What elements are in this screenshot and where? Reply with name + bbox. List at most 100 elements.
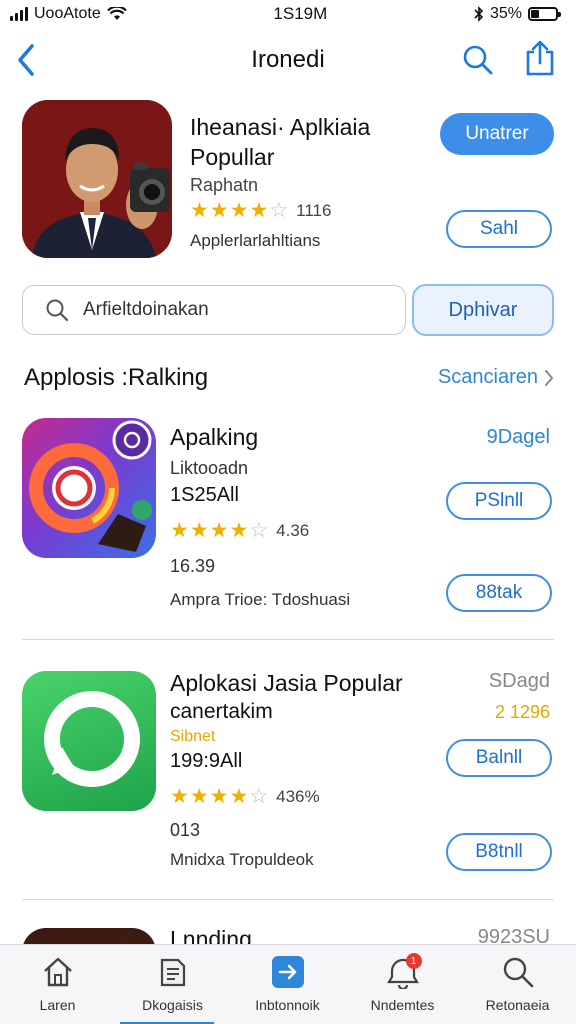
app-size: 199:9All bbox=[170, 750, 243, 772]
carrier-label: UooAtote bbox=[34, 5, 101, 22]
app-category: Liktooadn bbox=[170, 458, 249, 478]
app-size: 1S25All bbox=[170, 484, 239, 506]
search-icon bbox=[503, 957, 533, 988]
app-version: 013 bbox=[170, 820, 201, 840]
list-item[interactable]: Aplokasi Jasia Popular canertakim Sibnet… bbox=[0, 664, 576, 874]
search-button[interactable] bbox=[458, 40, 498, 80]
tab-search[interactable]: Retonaeia bbox=[460, 945, 575, 1024]
chevron-right-icon bbox=[545, 369, 554, 386]
featured-primary-button[interactable]: Unatrer bbox=[440, 113, 554, 155]
featured-app-title: Iheanasi· Aplkiaia Popullar bbox=[190, 114, 371, 170]
featured-app-rating: ★ ★ ★ ★ ☆ 1116 bbox=[190, 200, 331, 221]
star-rating: ★ ★ ★ ★ ☆ bbox=[170, 520, 268, 541]
clock: 1S19M bbox=[273, 4, 328, 23]
status-left: UooAtote bbox=[10, 5, 127, 23]
app-side-label: SDagd bbox=[488, 670, 550, 692]
star-filled-icon: ★ bbox=[170, 519, 189, 542]
star-filled-icon: ★ bbox=[170, 785, 189, 808]
share-icon bbox=[526, 40, 554, 76]
star-filled-icon: ★ bbox=[189, 519, 209, 542]
app-side-label: 9923SU bbox=[477, 926, 550, 944]
star-rating: ★ ★ ★ ★ ☆ bbox=[190, 200, 288, 221]
app-side-label: 9Dagel bbox=[486, 426, 550, 448]
app-description: Mnidxa Tropuldeok bbox=[170, 850, 314, 869]
list-item[interactable]: Lnnding 9923SU bbox=[0, 924, 576, 944]
battery-fill bbox=[531, 10, 540, 18]
app-version: 16.39 bbox=[170, 556, 216, 576]
star-empty-icon: ☆ bbox=[249, 785, 269, 808]
tab-notifications[interactable]: 1 Nndemtes bbox=[345, 945, 460, 1024]
arrow-square-icon bbox=[271, 956, 304, 988]
battery-icon bbox=[528, 7, 561, 21]
tab-home[interactable]: Laren bbox=[0, 945, 115, 1024]
see-all-label: Scanciaren bbox=[437, 366, 538, 388]
featured-app-developer: Raphatn bbox=[190, 175, 259, 195]
app-secondary-button[interactable]: 88tak bbox=[446, 574, 552, 612]
document-icon bbox=[160, 958, 185, 987]
featured-app: Iheanasi· Aplkiaia Popullar Raphatn ★ ★ ★ ★… bbox=[0, 100, 576, 260]
app-install-button[interactable]: Balnll bbox=[446, 739, 552, 777]
app-category: canertakim bbox=[170, 700, 273, 723]
app-name: Apalking bbox=[170, 424, 259, 450]
app-name: Aplokasi Jasia Popular bbox=[170, 670, 403, 696]
section-header: Applosis :Ralking Scanciaren bbox=[0, 362, 576, 396]
rating-count: 436% bbox=[276, 786, 320, 806]
app-install-button[interactable]: PSlnll bbox=[446, 482, 552, 520]
battery-percent: 35% bbox=[489, 5, 522, 22]
tab-label: Nndemtes bbox=[370, 997, 435, 1013]
see-all-link[interactable]: Scanciaren bbox=[438, 366, 554, 389]
divider bbox=[22, 899, 554, 900]
star-filled-icon: ★ bbox=[189, 785, 209, 808]
app-rating: ★ ★ ★ ★ ☆ 4.36 bbox=[170, 520, 309, 541]
app-icon bbox=[22, 671, 156, 811]
star-filled-icon: ★ bbox=[209, 519, 229, 542]
star-filled-icon: ★ bbox=[209, 199, 229, 222]
tab-documents[interactable]: Dkogaisis bbox=[115, 945, 230, 1024]
app-icon bbox=[22, 928, 156, 944]
search-field[interactable] bbox=[22, 285, 406, 335]
star-filled-icon: ★ bbox=[229, 519, 249, 542]
search-submit-button[interactable]: Dphivar bbox=[412, 284, 554, 336]
app-side-value: 2 1296 bbox=[494, 702, 550, 722]
star-rating: ★ ★ ★ ★ ☆ bbox=[170, 786, 268, 807]
tab-inbox[interactable]: Inbtonnoik bbox=[230, 945, 345, 1024]
notification-badge: 1 bbox=[405, 953, 422, 969]
search-row: Dphivar bbox=[0, 284, 576, 336]
tab-bar: Laren Dkogaisis Inbtonnoik 1 Nndemtes Re… bbox=[0, 944, 576, 1024]
home-icon bbox=[43, 957, 72, 987]
list-item[interactable]: Apalking Liktooadn 1S25All ★ ★ ★ ★ ☆ 4.36 16… bbox=[0, 418, 576, 618]
star-filled-icon: ★ bbox=[249, 199, 269, 222]
featured-secondary-button[interactable]: Sahl bbox=[446, 210, 552, 248]
bluetooth-icon bbox=[474, 6, 484, 22]
nav-bar: Ironedi bbox=[0, 34, 576, 86]
app-name: Lnnding bbox=[170, 926, 252, 944]
featured-app-icon[interactable] bbox=[22, 100, 172, 258]
star-filled-icon: ★ bbox=[190, 199, 209, 222]
notification-icon-wrap: 1 bbox=[386, 953, 422, 991]
tab-label: Dkogaisis bbox=[142, 997, 203, 1013]
star-filled-icon: ★ bbox=[209, 785, 229, 808]
wifi-icon bbox=[106, 7, 127, 20]
search-input[interactable] bbox=[83, 299, 373, 321]
rating-count: 4.36 bbox=[276, 520, 310, 540]
camera-ring-icon bbox=[29, 420, 152, 552]
chat-bubble-icon bbox=[44, 691, 140, 787]
app-tag: Sibnet bbox=[170, 728, 216, 745]
section-title: Applosis :Ralking bbox=[24, 364, 209, 391]
status-bar: UooAtote 1S19M 35% bbox=[0, 0, 576, 28]
star-filled-icon: ★ bbox=[229, 199, 249, 222]
tab-label: Laren bbox=[39, 997, 76, 1013]
app-icon bbox=[22, 418, 156, 558]
app-secondary-button[interactable]: B8tnll bbox=[446, 833, 552, 871]
search-icon bbox=[46, 299, 69, 322]
star-filled-icon: ★ bbox=[229, 785, 249, 808]
rating-count: 1116 bbox=[296, 200, 332, 220]
signal-icon bbox=[10, 7, 28, 21]
share-button[interactable] bbox=[518, 36, 562, 80]
star-empty-icon: ☆ bbox=[269, 199, 289, 222]
app-rating: ★ ★ ★ ★ ☆ 436% bbox=[170, 786, 320, 807]
divider bbox=[22, 639, 554, 640]
tab-label: Inbtonnoik bbox=[255, 997, 320, 1013]
tab-label: Retonaeia bbox=[485, 997, 550, 1013]
person-camera-icon bbox=[22, 100, 172, 258]
